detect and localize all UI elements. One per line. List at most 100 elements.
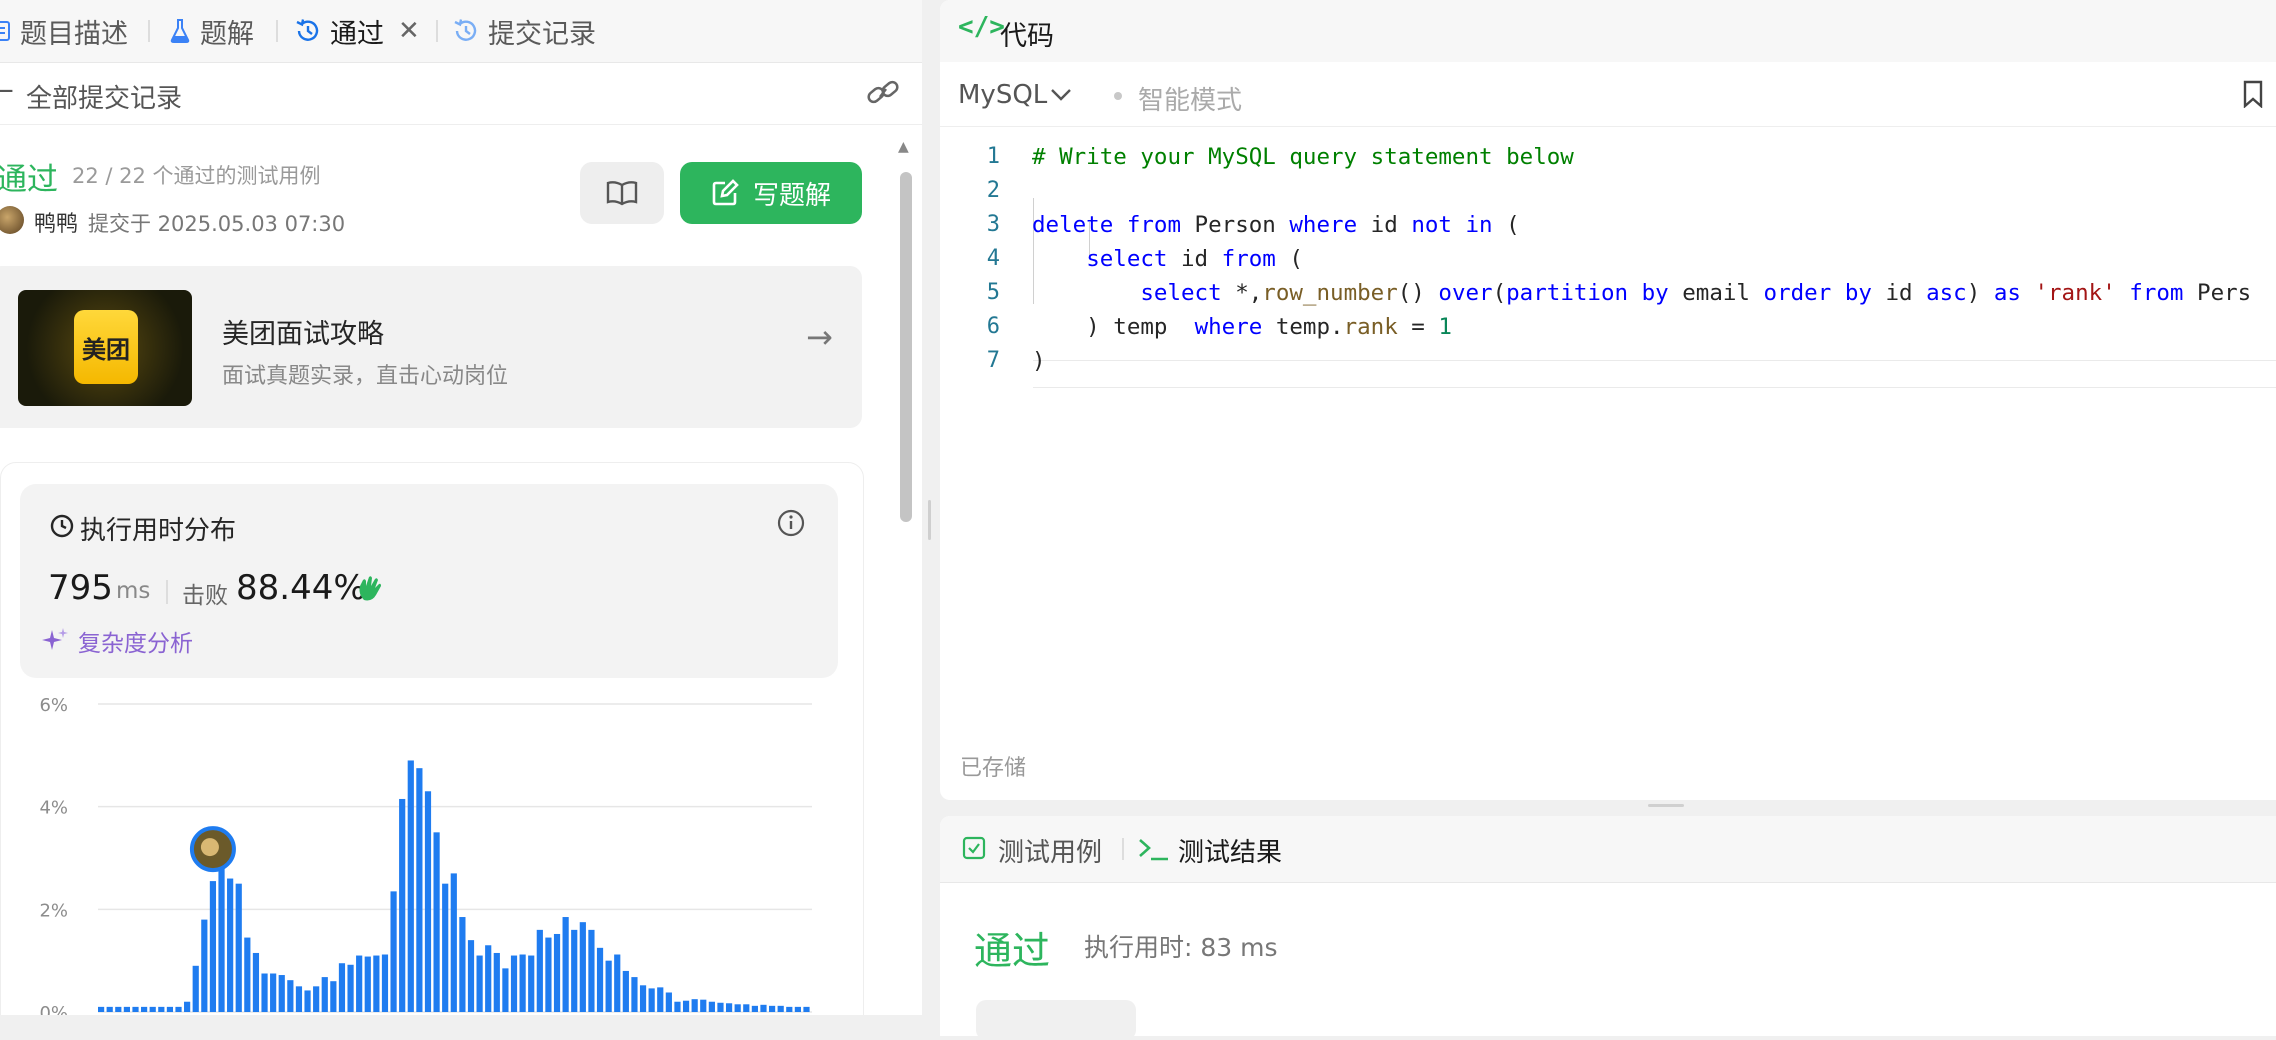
histogram-bar[interactable] [399, 798, 406, 1012]
histogram-bar[interactable] [132, 1006, 139, 1012]
histogram-bar[interactable] [803, 1006, 810, 1012]
histogram-bar[interactable] [476, 955, 483, 1012]
histogram-bar[interactable] [648, 988, 655, 1012]
histogram-bar[interactable] [777, 1005, 784, 1012]
histogram-bar[interactable] [278, 975, 285, 1012]
histogram-bar[interactable] [304, 990, 311, 1012]
histogram-bar[interactable] [209, 881, 217, 1012]
histogram-bar[interactable] [605, 960, 612, 1012]
tab-description[interactable]: 题目描述 [0, 0, 128, 62]
histogram-bar[interactable] [614, 954, 621, 1012]
histogram-bar[interactable] [295, 986, 303, 1012]
histogram-bar[interactable] [149, 1006, 156, 1012]
scroll-up-icon[interactable]: ▲ [898, 140, 909, 154]
histogram-bar[interactable] [450, 873, 457, 1012]
histogram-bar[interactable] [553, 933, 561, 1012]
histogram-bar[interactable] [244, 937, 251, 1012]
avatar[interactable] [0, 206, 24, 234]
username[interactable]: 鸭鸭 [34, 206, 78, 238]
histogram-bar[interactable] [270, 973, 277, 1013]
histogram-bar[interactable] [528, 955, 535, 1012]
histogram-bar[interactable] [115, 1006, 122, 1012]
histogram-bar[interactable] [725, 1003, 733, 1012]
histogram-bar[interactable] [261, 973, 268, 1013]
histogram-bar[interactable] [192, 965, 199, 1012]
histogram-bar[interactable] [545, 937, 552, 1012]
scrollbar-thumb[interactable] [900, 172, 912, 522]
histogram-bar[interactable] [708, 1001, 715, 1012]
smart-mode-toggle[interactable]: 智能模式 [1138, 80, 1242, 117]
histogram-bar[interactable] [682, 1000, 690, 1012]
histogram-bar[interactable] [98, 1006, 105, 1012]
complexity-analysis-link[interactable]: 复杂度分析 [78, 624, 193, 658]
histogram-bar[interactable] [579, 922, 586, 1012]
histogram-bar[interactable] [502, 968, 509, 1012]
histogram-bar[interactable] [218, 868, 225, 1012]
histogram-bar[interactable] [691, 999, 698, 1012]
case-tab[interactable] [976, 1000, 1136, 1040]
close-icon[interactable]: ✕ [398, 16, 420, 46]
histogram-bar[interactable] [442, 883, 449, 1012]
histogram-bar[interactable] [562, 917, 569, 1012]
panel-resize-handle[interactable] [1648, 804, 1684, 807]
histogram-bar[interactable] [519, 954, 526, 1012]
tab-test-result[interactable]: 测试结果 [1178, 832, 1282, 869]
write-solution-button[interactable]: 写题解 [680, 162, 862, 224]
histogram-bar[interactable] [184, 1001, 191, 1012]
code-area[interactable]: 1 2 3 4 5 6 7 # Write your MySQL query s… [940, 126, 2276, 388]
histogram-bar[interactable] [201, 919, 208, 1012]
histogram-bar[interactable] [321, 977, 328, 1012]
histogram-bar[interactable] [252, 952, 260, 1012]
histogram-bar[interactable] [639, 985, 647, 1012]
histogram-bar[interactable] [424, 791, 432, 1012]
histogram-bar[interactable] [536, 929, 543, 1012]
all-submissions-link[interactable]: 全部提交记录 [26, 78, 182, 115]
histogram-bar[interactable] [227, 878, 234, 1012]
histogram-bar[interactable] [768, 1005, 776, 1012]
histogram-bar[interactable] [433, 832, 440, 1012]
tab-solutions[interactable]: 题解 [168, 0, 254, 62]
histogram-bar[interactable] [347, 964, 354, 1012]
histogram-bar[interactable] [158, 1006, 165, 1012]
histogram-bar[interactable] [390, 891, 397, 1012]
histogram-bar[interactable] [665, 992, 672, 1012]
histogram-bar[interactable] [588, 929, 595, 1012]
histogram-bar[interactable] [622, 970, 629, 1012]
histogram-bar[interactable] [657, 987, 664, 1012]
language-select[interactable]: MySQL [958, 80, 1047, 110]
histogram-bar[interactable] [287, 980, 294, 1012]
histogram-bar[interactable] [338, 963, 346, 1012]
histogram-bar[interactable] [364, 956, 371, 1012]
histogram-bar[interactable] [717, 1002, 724, 1012]
histogram-bar[interactable] [674, 1001, 681, 1012]
histogram-bar[interactable] [381, 954, 389, 1012]
ad-banner[interactable]: 美团 美团面试攻略 面试真题实录，直击心动岗位 → [0, 266, 862, 428]
histogram-bar[interactable] [106, 1006, 113, 1012]
histogram-bar[interactable] [794, 1006, 801, 1012]
histogram-bar[interactable] [467, 940, 475, 1012]
histogram-bar[interactable] [493, 952, 500, 1012]
histogram-bar[interactable] [631, 977, 638, 1012]
histogram-bar[interactable] [571, 929, 578, 1012]
histogram-bar[interactable] [175, 1006, 182, 1012]
histogram-bar[interactable] [407, 760, 414, 1012]
histogram-bar[interactable] [416, 768, 423, 1012]
tab-accepted[interactable]: 通过 ✕ [294, 0, 420, 62]
histogram-bar[interactable] [235, 883, 242, 1012]
histogram-bar[interactable] [786, 1006, 793, 1012]
histogram-bar[interactable] [485, 945, 492, 1012]
histogram-bar[interactable] [123, 1006, 131, 1012]
chevron-down-icon[interactable] [1050, 88, 1072, 102]
histogram-bar[interactable] [373, 955, 380, 1012]
histogram-bar[interactable] [356, 955, 363, 1012]
histogram-bar[interactable] [313, 986, 320, 1012]
histogram-bar[interactable] [141, 1006, 148, 1012]
tab-testcase[interactable]: 测试用例 [998, 832, 1102, 869]
tab-submissions[interactable]: 提交记录 [452, 0, 596, 62]
histogram-bar[interactable] [743, 1004, 750, 1012]
histogram-bar[interactable] [760, 1004, 767, 1012]
runtime-histogram[interactable]: 6% 4% 2% 0% [0, 690, 860, 1015]
histogram-bar[interactable] [734, 1004, 741, 1012]
histogram-bar[interactable] [166, 1006, 174, 1012]
histogram-bar[interactable] [751, 1005, 758, 1012]
